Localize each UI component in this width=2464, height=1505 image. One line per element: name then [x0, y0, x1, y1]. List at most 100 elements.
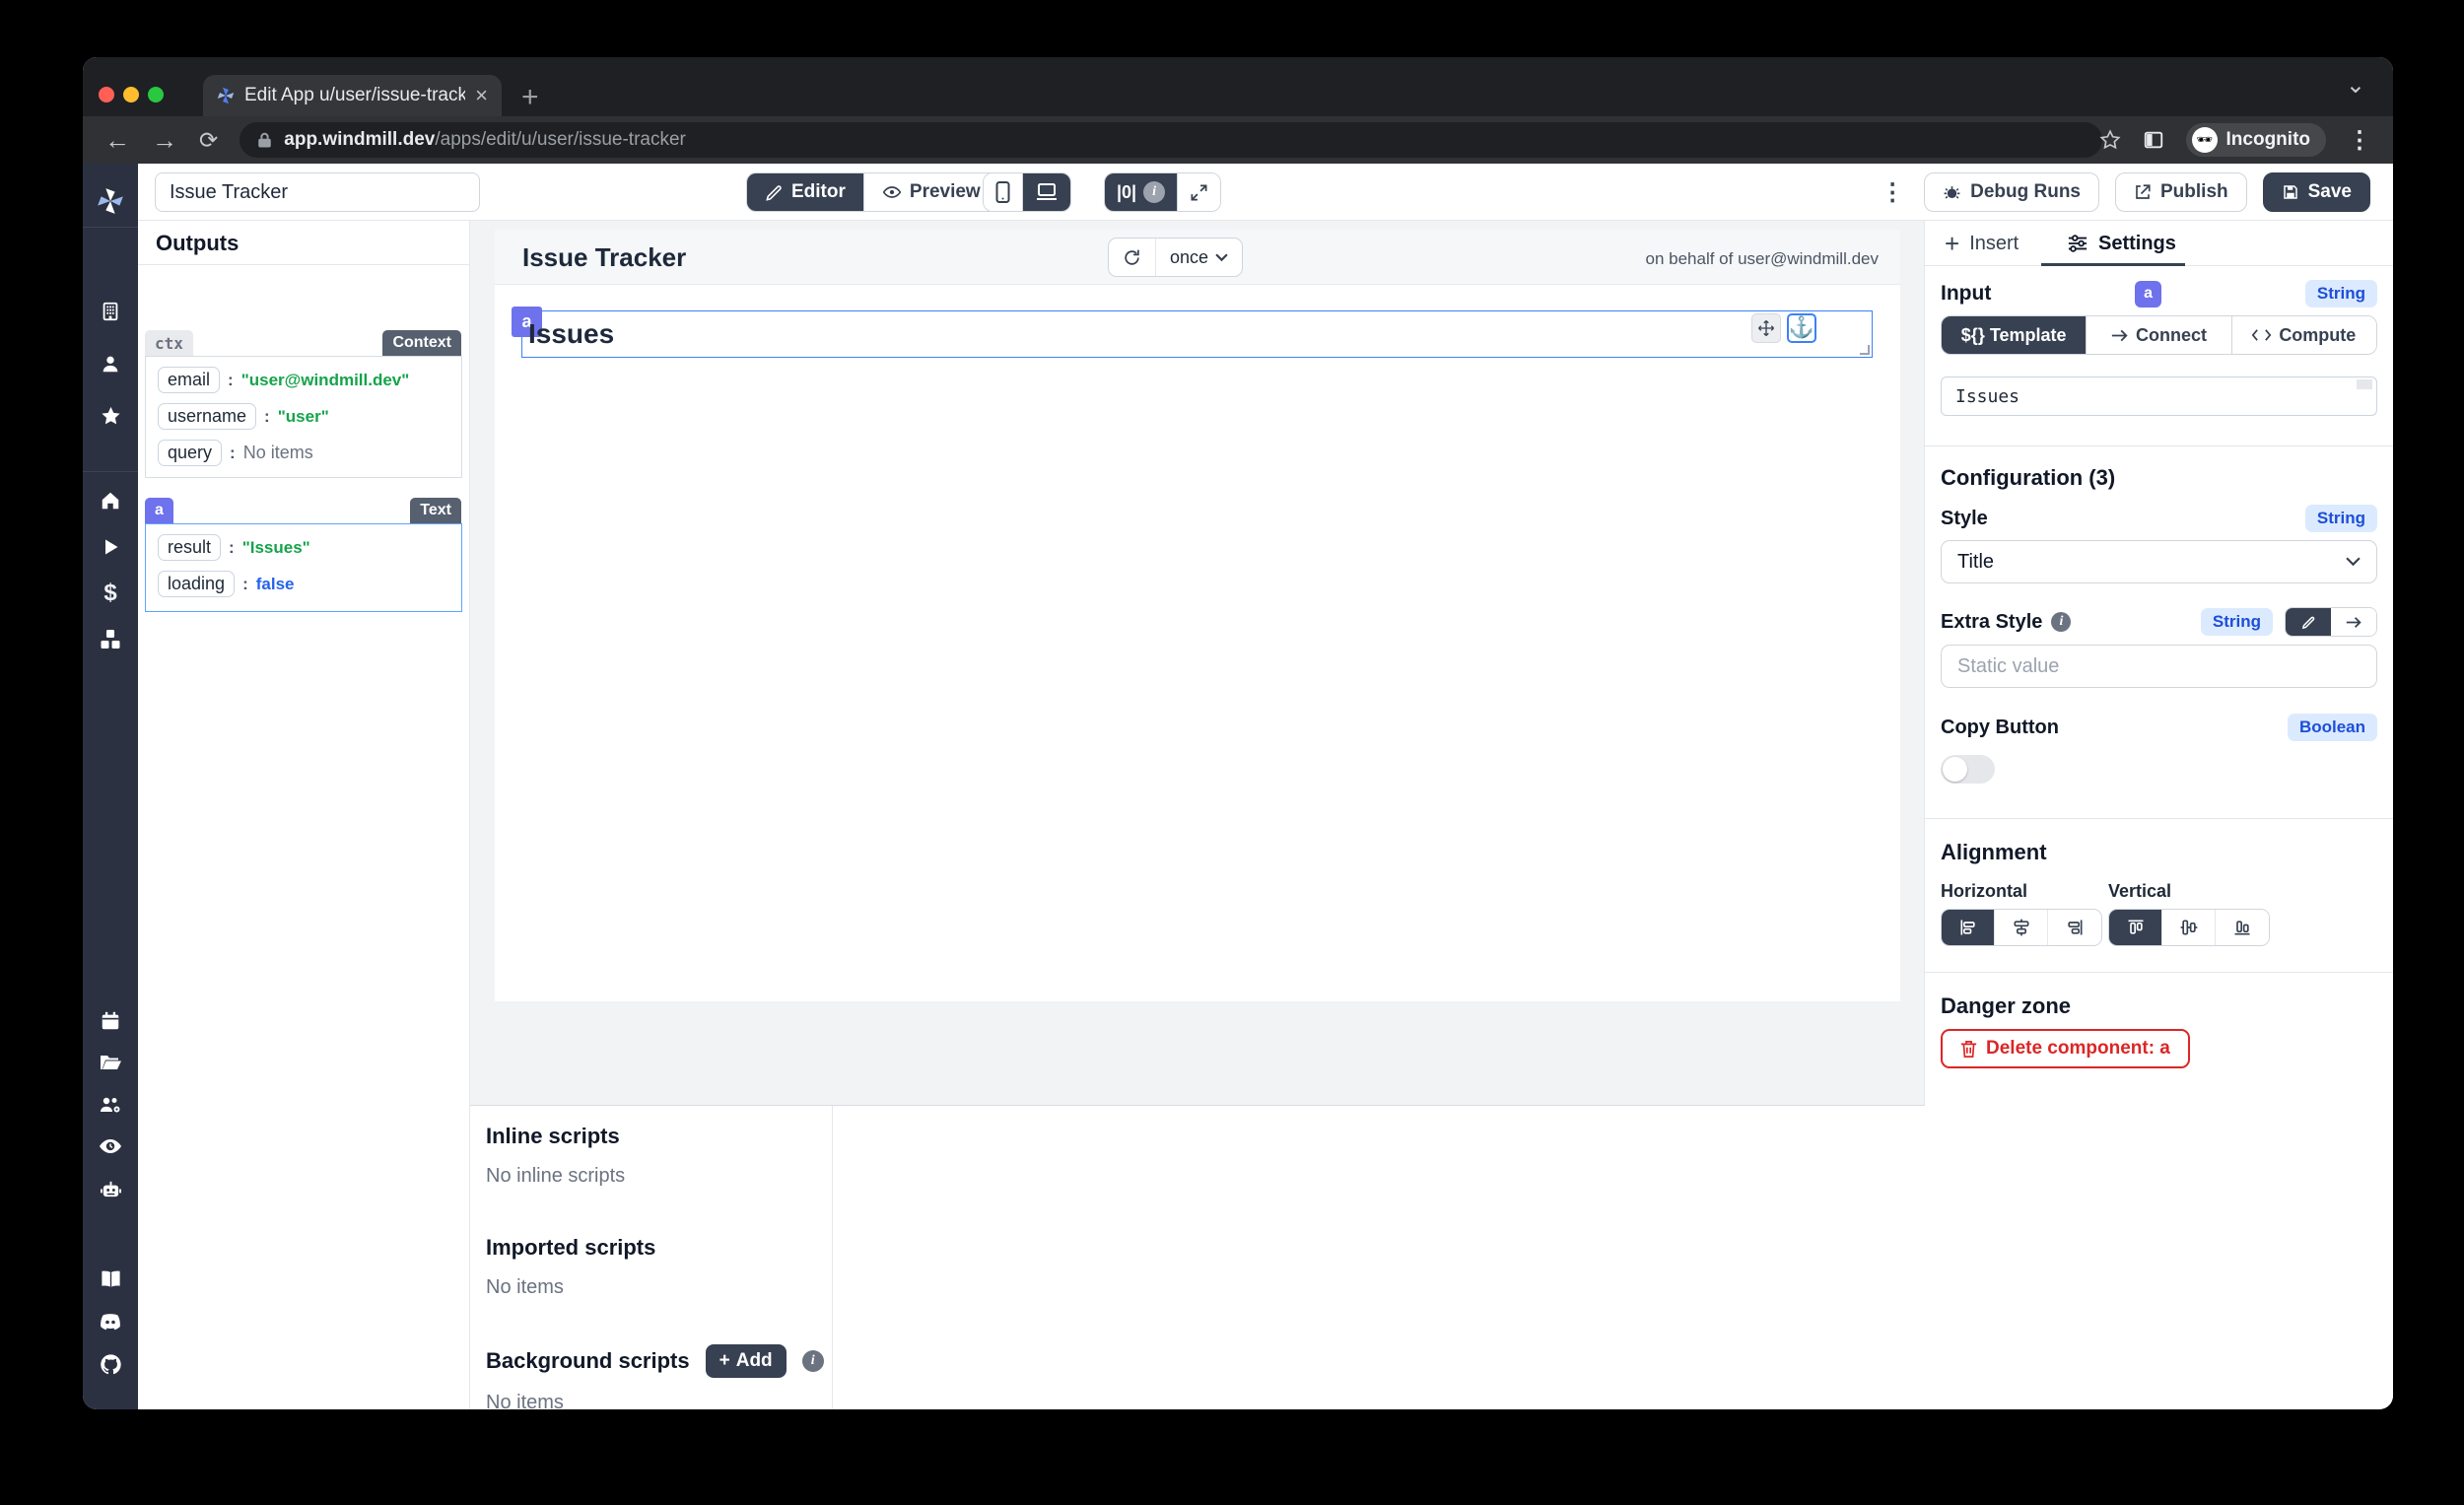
- expand-icon: [1190, 183, 1208, 202]
- tab-close-icon[interactable]: ×: [475, 85, 488, 106]
- template-editor[interactable]: Issues: [1941, 376, 2377, 416]
- configuration-title: Configuration (3): [1941, 465, 2115, 491]
- connect-arrow-button[interactable]: [2331, 608, 2376, 636]
- browser-tab[interactable]: Edit App u/user/issue-tracker | ×: [203, 75, 502, 116]
- sidebar-item-folders[interactable]: [83, 1043, 138, 1082]
- connect-kind-button[interactable]: Connect: [2087, 316, 2231, 354]
- save-button[interactable]: Save: [2263, 172, 2370, 212]
- bug-icon: [1943, 183, 1961, 202]
- copy-button-field-row: Copy Button Boolean: [1941, 714, 2377, 741]
- fullscreen-button[interactable]: [1178, 173, 1220, 211]
- desktop-view-button[interactable]: [1023, 173, 1070, 211]
- eye-icon: [882, 182, 902, 202]
- ctx-tab[interactable]: ctx: [145, 330, 193, 356]
- app-name-input[interactable]: [155, 172, 480, 212]
- template-kind-button[interactable]: ${} Template: [1942, 316, 2087, 354]
- toggle-outputs-button[interactable]: |0| i: [1105, 173, 1178, 211]
- building-icon: [100, 301, 121, 322]
- align-middle-v-button[interactable]: [2162, 910, 2216, 945]
- tab-search-chevron-icon[interactable]: ⌄: [2346, 71, 2365, 100]
- users-gear-icon: [99, 1095, 122, 1115]
- refresh-button[interactable]: [1109, 239, 1156, 276]
- sidebar-item-groups[interactable]: [83, 1085, 138, 1125]
- compute-kind-button[interactable]: Compute: [2232, 316, 2376, 354]
- copy-button-toggle[interactable]: [1941, 755, 1995, 784]
- app-canvas[interactable]: Issue Tracker once on behalf of user@win…: [470, 221, 1925, 1409]
- scripts-list: Inline scripts No inline scripts Importe…: [470, 1106, 833, 1409]
- arrow-right-icon: [2346, 616, 2361, 629]
- style-select[interactable]: Title: [1941, 540, 2377, 583]
- external-link-icon: [2134, 183, 2152, 201]
- book-icon: [100, 1269, 122, 1289]
- sidebar-item-discord[interactable]: [83, 1302, 138, 1341]
- on-behalf-label: on behalf of user@windmill.dev: [1646, 249, 1880, 269]
- resize-handle[interactable]: [1860, 345, 1870, 355]
- output-value: "Issues": [242, 538, 310, 558]
- align-left-button[interactable]: [1942, 910, 1995, 945]
- sidebar-item-user[interactable]: [83, 344, 138, 383]
- bookmark-star-icon[interactable]: [2099, 129, 2121, 151]
- sidebar-item-docs[interactable]: [83, 1260, 138, 1299]
- align-bottom-button[interactable]: [2216, 910, 2269, 945]
- align-center-h-button[interactable]: [1995, 910, 2048, 945]
- mac-minimize-button[interactable]: [123, 87, 139, 103]
- static-edit-button[interactable]: [2286, 608, 2331, 636]
- sidebar-item-home[interactable]: [83, 481, 138, 520]
- back-icon[interactable]: ←: [104, 125, 130, 156]
- preview-mode-button[interactable]: Preview: [864, 173, 998, 211]
- calendar-icon: [100, 1010, 121, 1032]
- toolbar-actions: ⋮ Debug Runs Publish Save: [1881, 172, 2370, 212]
- output-key[interactable]: loading: [158, 571, 235, 597]
- refresh-mode-dropdown[interactable]: once: [1156, 239, 1242, 276]
- text-component-a[interactable]: a Issues ⚓: [521, 310, 1873, 358]
- anchor-button[interactable]: ⚓: [1787, 313, 1816, 343]
- tab-settings[interactable]: Settings: [2067, 221, 2176, 266]
- output-key[interactable]: username: [158, 403, 256, 430]
- editor-mode-button[interactable]: Editor: [747, 173, 864, 211]
- mac-zoom-button[interactable]: [148, 87, 164, 103]
- tab-insert[interactable]: + Insert: [1945, 221, 2019, 266]
- sidebar-item-variables[interactable]: $: [83, 574, 138, 613]
- mac-close-button[interactable]: [99, 87, 114, 103]
- new-tab-button[interactable]: +: [521, 81, 539, 114]
- add-background-script-button[interactable]: +Add: [706, 1344, 787, 1378]
- sidebar-item-schedules[interactable]: [83, 1001, 138, 1041]
- windmill-logo[interactable]: [83, 181, 138, 221]
- move-handle[interactable]: [1751, 313, 1781, 343]
- extra-style-input[interactable]: [1941, 645, 2377, 688]
- output-value: No items: [243, 443, 313, 463]
- sidebar-item-runs[interactable]: [83, 527, 138, 567]
- align-left-icon: [1958, 918, 1978, 937]
- input-label: Input: [1941, 282, 1991, 306]
- sidebar-item-resources[interactable]: [83, 620, 138, 659]
- home-icon: [100, 490, 121, 512]
- publish-button[interactable]: Publish: [2115, 172, 2247, 212]
- info-icon: i: [1143, 181, 1165, 203]
- debug-runs-button[interactable]: Debug Runs: [1924, 172, 2099, 212]
- imported-scripts-empty: No items: [486, 1276, 832, 1299]
- align-top-button[interactable]: [2109, 910, 2162, 945]
- sidebar-item-audit[interactable]: [83, 1127, 138, 1166]
- component-a-object-box[interactable]: result : "Issues" loading : false: [145, 523, 462, 612]
- delete-component-button[interactable]: Delete component: a: [1941, 1029, 2190, 1068]
- sidebar-item-workspace[interactable]: [83, 292, 138, 331]
- output-key[interactable]: email: [158, 367, 220, 393]
- sidebar-item-workers[interactable]: [83, 1169, 138, 1208]
- forward-icon[interactable]: →: [152, 125, 177, 156]
- output-key[interactable]: query: [158, 440, 222, 466]
- browser-menu-icon[interactable]: ⋮: [2348, 126, 2371, 155]
- sidebar-item-favorites[interactable]: [83, 396, 138, 436]
- style-type-badge: String: [2305, 505, 2377, 532]
- anchor-icon: ⚓: [1789, 316, 1814, 340]
- sidebar-item-github[interactable]: [83, 1344, 138, 1384]
- address-bar[interactable]: app.windmill.dev/apps/edit/u/user/issue-…: [240, 122, 2102, 158]
- align-right-button[interactable]: [2048, 910, 2101, 945]
- more-options-icon[interactable]: ⋮: [1881, 178, 1904, 207]
- chevron-down-icon: [2346, 557, 2361, 567]
- side-panel-icon[interactable]: [2143, 129, 2164, 151]
- component-a-tab[interactable]: a: [145, 498, 173, 523]
- mobile-view-button[interactable]: [984, 173, 1023, 211]
- reload-icon[interactable]: ⟳: [199, 127, 218, 154]
- output-key[interactable]: result: [158, 534, 221, 561]
- ctx-object-box[interactable]: email : "user@windmill.dev" username : "…: [145, 356, 462, 478]
